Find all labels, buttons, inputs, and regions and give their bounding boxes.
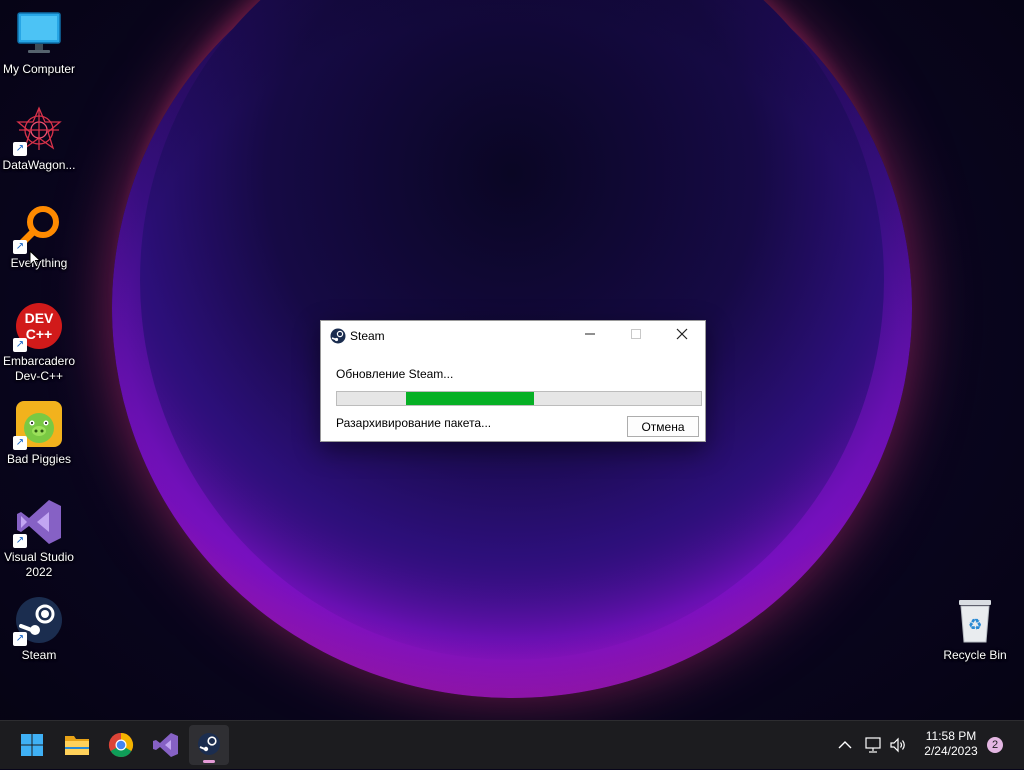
update-progress-bar bbox=[336, 391, 702, 406]
start-button[interactable] bbox=[12, 725, 52, 765]
desktop-icon-label: My Computer bbox=[2, 62, 76, 76]
bad-piggies-icon: ↗ bbox=[13, 400, 63, 450]
network-icon bbox=[865, 737, 881, 753]
desktop-icon-recycle-bin[interactable]: ♻ Recycle Bin bbox=[935, 596, 1015, 663]
devcpp-icon: DEV C++ ↗ bbox=[13, 302, 63, 352]
shortcut-arrow-icon: ↗ bbox=[13, 240, 27, 254]
desktop-icon-label: Embarcadero Dev-C++ bbox=[2, 354, 76, 383]
steam-icon bbox=[198, 733, 220, 755]
desktop-icon-my-computer[interactable]: My Computer bbox=[0, 10, 79, 77]
update-status-text: Обновление Steam... bbox=[336, 367, 454, 381]
visual-studio-icon bbox=[153, 733, 178, 757]
recycle-bin-icon: ♻ bbox=[951, 596, 999, 644]
folder-icon bbox=[65, 736, 89, 755]
visual-studio-icon: ↗ bbox=[13, 498, 63, 548]
dialog-titlebar[interactable]: Steam bbox=[321, 321, 705, 351]
devcpp-logo-text: DEV bbox=[25, 310, 54, 326]
shortcut-arrow-icon: ↗ bbox=[13, 142, 27, 156]
taskbar-visual-studio[interactable] bbox=[145, 725, 185, 765]
taskbar-file-explorer[interactable] bbox=[57, 725, 97, 765]
minimize-icon bbox=[585, 333, 595, 335]
desktop-icon-devcpp[interactable]: DEV C++ ↗ Embarcadero Dev-C++ bbox=[0, 302, 79, 384]
cancel-button[interactable]: Отмена bbox=[627, 416, 699, 437]
progress-fill bbox=[406, 392, 534, 405]
clock-time: 11:58 PM bbox=[925, 729, 977, 743]
volume-button[interactable] bbox=[888, 735, 908, 758]
shortcut-arrow-icon: ↗ bbox=[13, 632, 27, 646]
monitor-icon bbox=[15, 10, 63, 58]
desktop-icon-label: DataWagon... bbox=[2, 158, 76, 172]
desktop-icon-label: Recycle Bin bbox=[943, 648, 1007, 662]
maximize-button bbox=[613, 321, 659, 351]
datawagon-icon: ↗ bbox=[13, 106, 63, 156]
speaker-icon bbox=[890, 737, 905, 753]
show-hidden-icons-button[interactable] bbox=[835, 735, 855, 758]
shortcut-arrow-icon: ↗ bbox=[13, 338, 27, 352]
clock-button[interactable]: 11:58 PM 2/24/2023 bbox=[916, 729, 986, 759]
desktop-icon-bad-piggies[interactable]: ↗ Bad Piggies bbox=[0, 400, 79, 467]
devcpp-logo-text: C++ bbox=[26, 326, 52, 342]
desktop-icon-label: Visual Studio 2022 bbox=[4, 550, 74, 579]
minimize-button[interactable] bbox=[567, 321, 613, 351]
magnifier-icon: ↗ bbox=[13, 204, 63, 254]
shortcut-arrow-icon: ↗ bbox=[13, 436, 27, 450]
shortcut-arrow-icon: ↗ bbox=[13, 534, 27, 548]
desktop-icon-label: Steam bbox=[21, 648, 57, 662]
taskbar: 11:58 PM 2/24/2023 2 bbox=[0, 720, 1024, 769]
windows-start-icon bbox=[21, 734, 43, 756]
clock-date: 2/24/2023 bbox=[924, 744, 978, 758]
steam-icon: ↗ bbox=[13, 596, 63, 646]
mouse-cursor-icon bbox=[29, 250, 41, 268]
maximize-icon bbox=[631, 329, 641, 339]
desktop-icon-label: Bad Piggies bbox=[6, 452, 72, 466]
close-button[interactable] bbox=[659, 321, 705, 351]
taskbar-chrome[interactable] bbox=[101, 725, 141, 765]
unpacking-status-text: Разархивирование пакета... bbox=[336, 416, 492, 430]
network-status-button[interactable] bbox=[863, 735, 883, 758]
notification-badge[interactable]: 2 bbox=[987, 737, 1003, 753]
taskbar-steam[interactable] bbox=[189, 725, 229, 765]
steam-icon bbox=[330, 328, 346, 347]
desktop-icon-steam[interactable]: ↗ Steam bbox=[0, 596, 79, 663]
chevron-up-icon bbox=[838, 741, 852, 749]
desktop-icon-visual-studio[interactable]: ↗ Visual Studio 2022 bbox=[0, 498, 79, 580]
active-app-indicator bbox=[203, 760, 215, 763]
dialog-title: Steam bbox=[350, 329, 385, 343]
chrome-icon bbox=[108, 733, 134, 758]
desktop-icon-datawagon[interactable]: ↗ DataWagon... bbox=[0, 106, 79, 173]
steam-update-dialog: Steam Обновление Steam... Разархивирован… bbox=[320, 320, 706, 442]
close-icon bbox=[676, 328, 688, 340]
svg-text:♻: ♻ bbox=[968, 615, 982, 634]
